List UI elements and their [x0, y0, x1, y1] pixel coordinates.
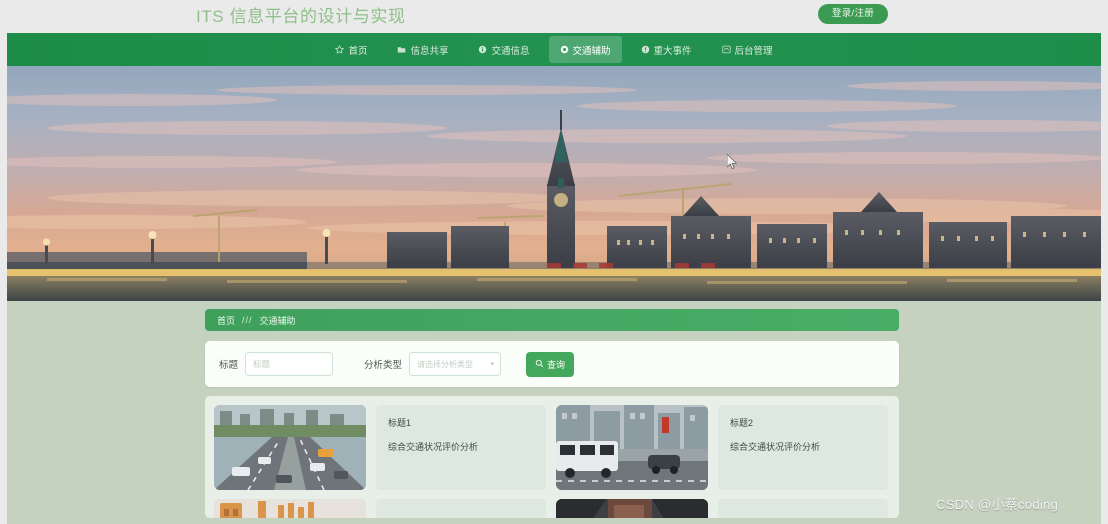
title-search-input[interactable] [245, 352, 334, 376]
item-meta: 标题2 综合交通状况评价分析 [718, 405, 888, 490]
item-description: 综合交通状况评价分析 [730, 442, 821, 452]
item-thumbnail-citybus[interactable] [556, 405, 708, 490]
dashboard-icon [721, 45, 731, 54]
alert-icon [641, 45, 650, 54]
nav-label-major-events: 重大事件 [653, 45, 692, 57]
breadcrumb-current: 交通辅助 [259, 315, 296, 326]
watermark-text: CSDN @小蔡coding [936, 497, 1059, 512]
title-field-label: 标题 [219, 360, 239, 371]
list-item[interactable] [556, 499, 888, 518]
search-button[interactable]: 查询 [526, 351, 575, 377]
hero-banner-image [7, 66, 1101, 301]
nav-label-traffic-info: 交通信息 [491, 45, 530, 57]
nav-item-info-share[interactable]: 信息共享 [386, 36, 459, 63]
nav-item-major-events[interactable]: 重大事件 [630, 36, 703, 63]
star-icon [335, 45, 345, 54]
main-navigation: 首页 信息共享 交通信息 交通辅助 重大事件 后台管理 [7, 33, 1101, 66]
item-title: 标题2 [730, 418, 754, 428]
item-meta: 标题1 综合交通状况评价分析 [376, 405, 546, 490]
nav-label-traffic-assist: 交通辅助 [572, 45, 611, 57]
item-meta [376, 499, 546, 518]
folder-icon [397, 45, 406, 54]
login-register-button[interactable]: 登录/注册 [818, 4, 888, 24]
main-content: 首页 /// 交通辅助 标题 分析类型 请选择分析类型 ▾ 查询 [205, 309, 899, 518]
search-button-label: 查询 [547, 359, 566, 370]
item-thumbnail-vehicle[interactable] [556, 499, 708, 518]
chevron-down-icon: ▾ [490, 361, 495, 368]
nav-label-admin: 后台管理 [734, 45, 773, 57]
item-title: 标题1 [388, 418, 412, 428]
item-thumbnail-highway[interactable] [214, 405, 366, 490]
analysis-type-select[interactable]: 请选择分析类型 ▾ [409, 352, 502, 376]
mouse-cursor [727, 154, 738, 170]
results-row: 标题1 综合交通状况评价分析 标题2 综合交通状况评价分析 [214, 405, 890, 490]
page-title: ITS 信息平台的设计与实现 [196, 7, 406, 26]
item-meta [718, 499, 888, 518]
search-icon [535, 359, 544, 370]
item-thumbnail-buildings[interactable] [214, 499, 366, 518]
list-item[interactable] [214, 499, 546, 518]
nav-item-admin[interactable]: 后台管理 [711, 36, 784, 63]
analysis-type-value: 请选择分析类型 [417, 359, 474, 369]
nav-label-home: 首页 [348, 45, 368, 57]
nav-item-traffic-assist[interactable]: 交通辅助 [548, 36, 622, 63]
nav-item-home[interactable]: 首页 [324, 36, 378, 63]
browser-page: ITS 信息平台的设计与实现 登录/注册 首页 信息共享 交通信息 交通辅助 重… [0, 0, 1108, 524]
search-filter-panel: 标题 分析类型 请选择分析类型 ▾ 查询 [205, 341, 899, 387]
item-description: 综合交通状况评价分析 [388, 442, 479, 452]
list-item[interactable]: 标题1 综合交通状况评价分析 [214, 405, 546, 490]
breadcrumb-separator: /// [242, 315, 253, 325]
top-header-bar: ITS 信息平台的设计与实现 登录/注册 [0, 0, 1108, 34]
info-icon [478, 45, 487, 54]
hero-cityscape-graphic [7, 66, 1101, 301]
breadcrumb-home[interactable]: 首页 [217, 314, 235, 327]
nav-label-info-share: 信息共享 [410, 45, 449, 57]
list-item[interactable]: 标题2 综合交通状况评价分析 [556, 405, 888, 490]
results-row [214, 499, 890, 518]
circle-icon [560, 45, 569, 54]
results-list: 标题1 综合交通状况评价分析 标题2 综合交通状况评价分析 [205, 396, 899, 518]
analysis-type-label: 分析类型 [364, 360, 403, 371]
nav-item-traffic-info[interactable]: 交通信息 [467, 36, 540, 63]
breadcrumb: 首页 /// 交通辅助 [205, 309, 899, 331]
